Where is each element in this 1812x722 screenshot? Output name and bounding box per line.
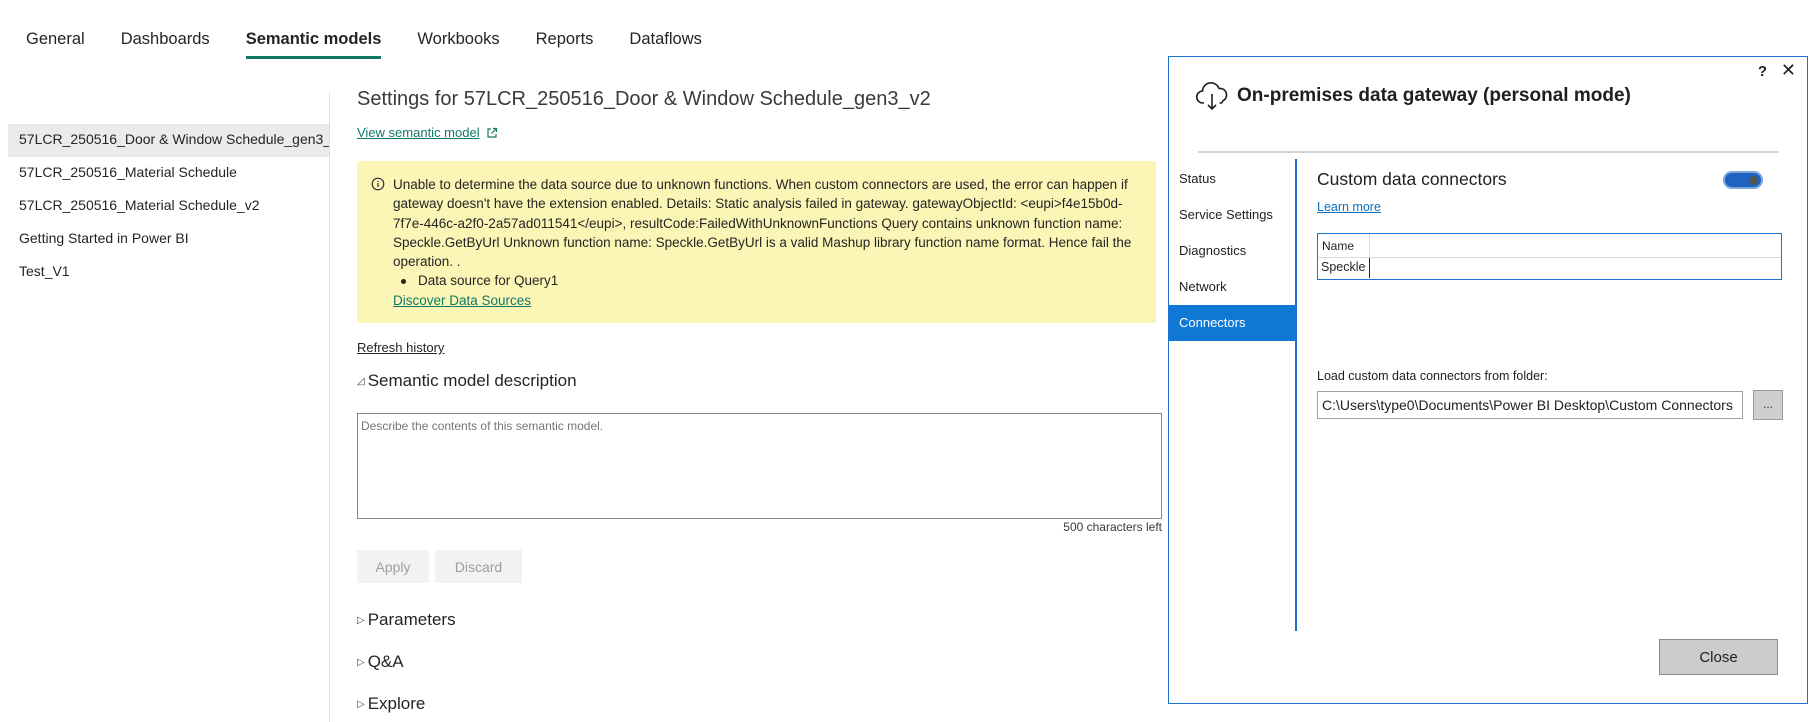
- table-header-row: Name: [1318, 234, 1781, 258]
- semantic-model-list: 57LCR_250516_Door & Window Schedule_gen3…: [8, 124, 330, 289]
- model-item-door-window-gen3-v2[interactable]: 57LCR_250516_Door & Window Schedule_gen3…: [8, 124, 330, 157]
- list-divider: [329, 92, 330, 722]
- info-icon: [371, 177, 385, 191]
- tab-general[interactable]: General: [26, 28, 85, 59]
- description-heading: Semantic model description: [367, 371, 577, 390]
- name-column-header[interactable]: Name: [1318, 234, 1370, 257]
- folder-label: Load custom data connectors from folder:: [1317, 369, 1548, 383]
- explore-section-toggle[interactable]: ▷ Explore: [357, 694, 425, 714]
- warning-bullet: Data source for Query1: [401, 271, 1142, 290]
- model-item-getting-started[interactable]: Getting Started in Power BI: [8, 223, 330, 256]
- table-row[interactable]: Speckle: [1318, 258, 1781, 278]
- custom-connectors-heading: Custom data connectors: [1317, 169, 1507, 189]
- dialog-title: On-premises data gateway (personal mode): [1237, 85, 1631, 106]
- dialog-nav: Status Service Settings Diagnostics Netw…: [1169, 161, 1295, 341]
- description-textarea[interactable]: [357, 413, 1162, 519]
- folder-path-input[interactable]: [1317, 391, 1743, 419]
- warning-message: Unable to determine the data source due …: [393, 177, 1132, 270]
- apply-button[interactable]: Apply: [357, 550, 429, 583]
- close-button[interactable]: Close: [1659, 639, 1778, 675]
- dialog-close-x-button[interactable]: ✕: [1781, 60, 1796, 81]
- dialog-header: On-premises data gateway (personal mode): [1195, 79, 1631, 113]
- header-divider: [1198, 151, 1779, 153]
- tab-dashboards[interactable]: Dashboards: [121, 28, 210, 59]
- discover-data-sources-link[interactable]: Discover Data Sources: [393, 291, 1142, 310]
- parameters-heading: Parameters: [367, 610, 456, 629]
- tab-workbooks[interactable]: Workbooks: [417, 28, 499, 59]
- settings-panel: Settings for 57LCR_250516_Door & Window …: [357, 88, 1162, 713]
- browse-folder-button[interactable]: ...: [1753, 390, 1783, 420]
- caret-expanded-icon: ◿: [357, 375, 365, 387]
- qna-section-toggle[interactable]: ▷ Q&A: [357, 652, 404, 672]
- view-semantic-model-link[interactable]: View semantic model: [357, 125, 498, 140]
- description-section-toggle[interactable]: ◿ Semantic model description: [357, 371, 577, 391]
- view-semantic-model-label: View semantic model: [357, 125, 480, 140]
- settings-title: Settings for 57LCR_250516_Door & Window …: [357, 88, 931, 110]
- warning-bullet-text: Data source for Query1: [418, 273, 559, 289]
- discard-button[interactable]: Discard: [435, 550, 522, 583]
- description-actions: Apply Discard: [357, 550, 522, 583]
- caret-collapsed-icon: ▷: [357, 656, 365, 668]
- nav-diagnostics[interactable]: Diagnostics: [1169, 233, 1295, 269]
- bullet-dot: [401, 278, 406, 284]
- qna-heading: Q&A: [367, 652, 404, 671]
- nav-network[interactable]: Network: [1169, 269, 1295, 305]
- toggle-knob: [1749, 176, 1758, 185]
- external-link-icon: [486, 127, 497, 138]
- top-tab-bar: General Dashboards Semantic models Workb…: [26, 28, 738, 59]
- custom-connectors-toggle[interactable]: [1723, 171, 1763, 189]
- connectors-table: Name Speckle: [1317, 233, 1782, 280]
- caret-collapsed-icon: ▷: [357, 698, 365, 710]
- model-item-test-v1[interactable]: Test_V1: [8, 256, 330, 289]
- warning-banner: Unable to determine the data source due …: [357, 161, 1156, 323]
- connectors-pane: Custom data connectors Learn more Name S…: [1317, 169, 1787, 420]
- explore-heading: Explore: [367, 694, 426, 713]
- nav-service-settings[interactable]: Service Settings: [1169, 197, 1295, 233]
- nav-connectors[interactable]: Connectors: [1169, 305, 1295, 341]
- tab-semantic-models[interactable]: Semantic models: [245, 28, 381, 59]
- cloud-download-icon: [1195, 82, 1228, 111]
- model-item-material-schedule[interactable]: 57LCR_250516_Material Schedule: [8, 157, 330, 190]
- char-count: 500 characters left: [1063, 520, 1162, 534]
- nav-divider: [1295, 159, 1297, 631]
- tab-dataflows[interactable]: Dataflows: [629, 28, 701, 59]
- refresh-history-link[interactable]: Refresh history: [357, 340, 444, 355]
- parameters-section-toggle[interactable]: ▷ Parameters: [357, 610, 456, 630]
- help-button[interactable]: ?: [1758, 63, 1767, 80]
- learn-more-link[interactable]: Learn more: [1317, 200, 1381, 214]
- connector-name-cell: Speckle: [1318, 258, 1370, 278]
- nav-status[interactable]: Status: [1169, 161, 1295, 197]
- model-item-material-schedule-v2[interactable]: 57LCR_250516_Material Schedule_v2: [8, 190, 330, 223]
- caret-collapsed-icon: ▷: [357, 614, 365, 626]
- gateway-dialog: ? ✕ On-premises data gateway (personal m…: [1168, 56, 1808, 704]
- tab-reports[interactable]: Reports: [536, 28, 594, 59]
